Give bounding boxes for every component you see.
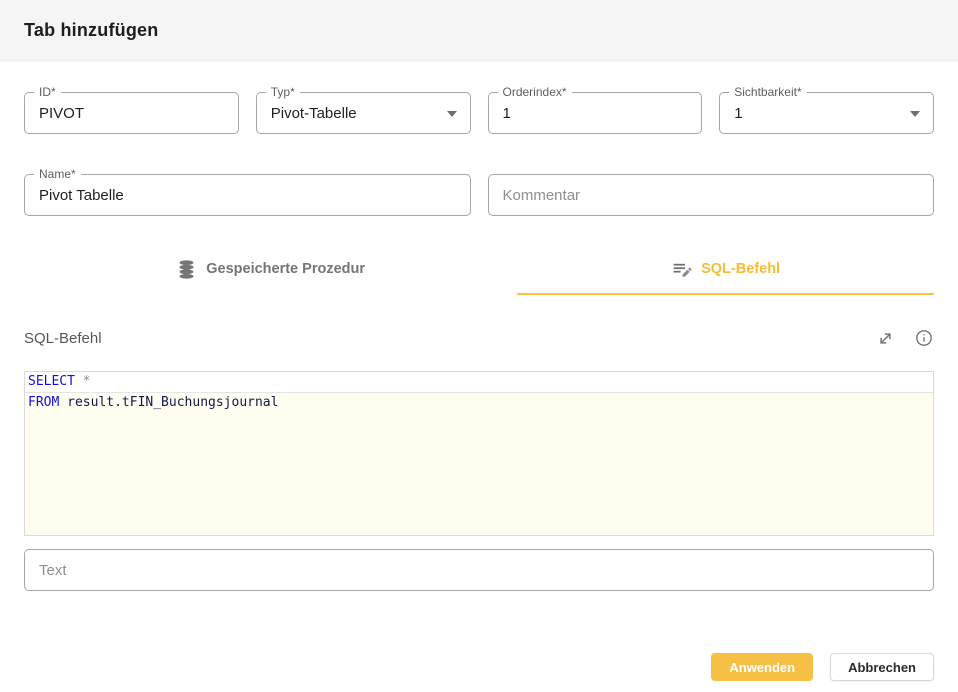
text-input[interactable] (25, 550, 933, 590)
dialog-footer: Anwenden Abbrechen (0, 653, 958, 692)
sichtbarkeit-select-value: 1 (720, 105, 742, 122)
orderindex-input[interactable] (489, 93, 702, 133)
text-field[interactable] (24, 549, 934, 591)
chevron-down-icon (910, 111, 920, 117)
sql-section-header: SQL-Befehl (24, 328, 934, 348)
id-field-label: ID* (34, 85, 61, 99)
typ-select-value: Pivot-Tabelle (257, 105, 357, 122)
edit-note-icon (671, 259, 692, 280)
sql-code-editor[interactable]: SELECT *FROM result.tFIN_Buchungsjournal (24, 371, 934, 536)
apply-button[interactable]: Anwenden (711, 653, 813, 681)
sichtbarkeit-select-label: Sichtbarkeit* (729, 85, 806, 99)
name-field[interactable]: Name* (24, 174, 471, 216)
tab-label: Gespeicherte Prozedur (206, 261, 365, 277)
form-row-text (24, 549, 934, 591)
sql-section-label: SQL-Befehl (24, 330, 102, 347)
kommentar-input[interactable] (489, 175, 934, 215)
dialog-header: Tab hinzufügen (0, 0, 958, 61)
kommentar-field[interactable] (488, 174, 935, 216)
typ-select[interactable]: Typ* Pivot-Tabelle (256, 92, 471, 134)
info-icon[interactable] (914, 328, 934, 348)
typ-select-label: Typ* (266, 85, 300, 99)
name-field-label: Name* (34, 167, 81, 181)
code-line: SELECT * (25, 372, 933, 393)
chevron-down-icon (447, 111, 457, 117)
database-icon (176, 259, 197, 280)
dialog-body: ID* Typ* Pivot-Tabelle Orderindex* Sicht… (0, 61, 958, 653)
expand-icon[interactable] (875, 328, 895, 348)
orderindex-field-label: Orderindex* (498, 85, 572, 99)
tab-sql-befehl[interactable]: SQL-Befehl (517, 245, 934, 295)
sichtbarkeit-select[interactable]: Sichtbarkeit* 1 (719, 92, 934, 134)
dialog-title: Tab hinzufügen (24, 20, 158, 41)
code-line: FROM result.tFIN_Buchungsjournal (25, 393, 933, 413)
id-input[interactable] (25, 93, 238, 133)
cancel-button[interactable]: Abbrechen (830, 653, 934, 681)
form-row-2: Name* (24, 174, 934, 216)
tab-gespeicherte-prozedur[interactable]: Gespeicherte Prozedur (24, 245, 517, 295)
orderindex-field[interactable]: Orderindex* (488, 92, 703, 134)
name-input[interactable] (25, 175, 470, 215)
form-row-1: ID* Typ* Pivot-Tabelle Orderindex* Sicht… (24, 92, 934, 134)
id-field[interactable]: ID* (24, 92, 239, 134)
source-tabbar: Gespeicherte Prozedur SQL-Befehl (24, 245, 934, 295)
tab-label: SQL-Befehl (701, 261, 780, 277)
add-tab-dialog: Tab hinzufügen ID* Typ* Pivot-Tabelle Or… (0, 0, 958, 692)
